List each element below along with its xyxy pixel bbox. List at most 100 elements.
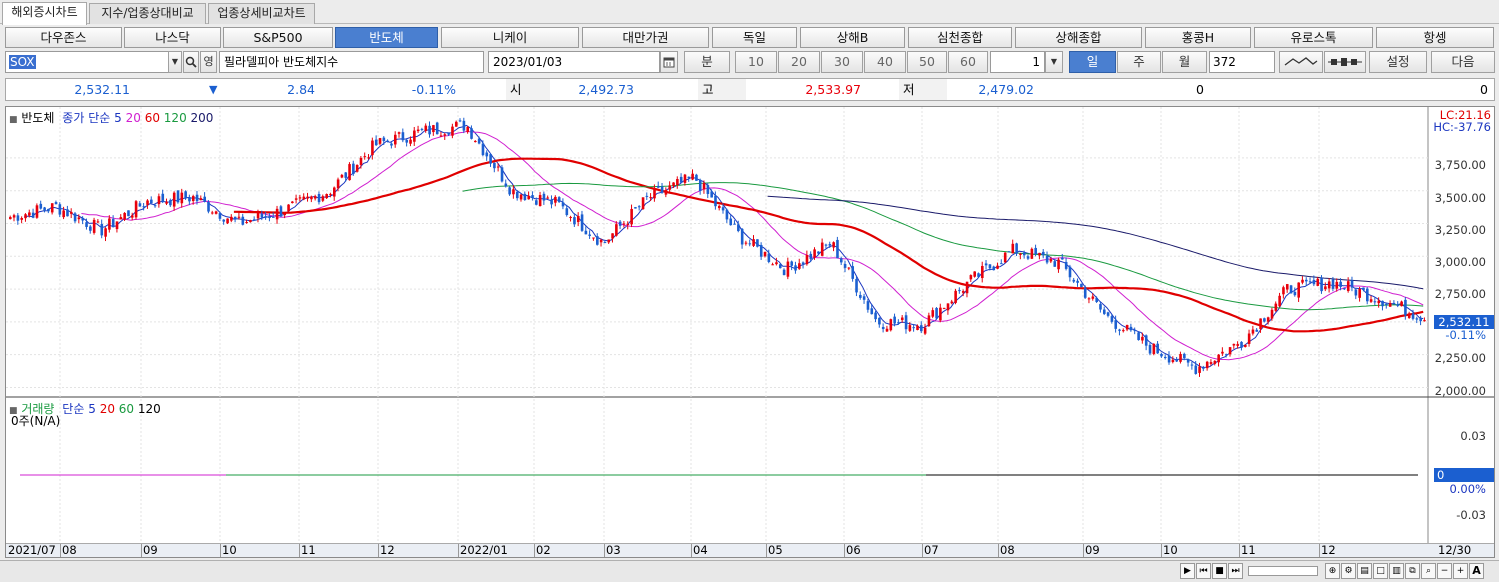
index-button-sp500[interactable]: S&P500 [223, 27, 333, 48]
interval-60-button[interactable]: 60 [948, 51, 988, 73]
period-day-button[interactable]: 일 [1069, 51, 1116, 73]
save-icon[interactable]: ▤ [1357, 563, 1372, 579]
index-button-hongkong-h[interactable]: 홍콩H [1145, 27, 1251, 48]
interval-10-button[interactable]: 10 [735, 51, 777, 73]
candle-body [1293, 291, 1297, 296]
candle-body [1350, 280, 1354, 288]
next-button[interactable]: 다음 [1431, 51, 1495, 73]
legend-ma200: 200 [190, 111, 214, 125]
x-tick-mark [844, 544, 845, 557]
index-button-taiwan[interactable]: 대만가권 [582, 27, 709, 48]
period-week-button[interactable]: 주 [1117, 51, 1161, 73]
candle-body [1083, 287, 1087, 298]
zoom-icon[interactable]: ⊕ [1325, 563, 1340, 579]
font-size-icon[interactable]: A [1469, 563, 1484, 579]
candle-body [908, 325, 912, 331]
vol-tick-zero: 0.00% [1449, 482, 1486, 496]
candle-body [897, 322, 900, 324]
last-page-icon[interactable]: ⏭ [1228, 563, 1243, 579]
candle-body [1388, 303, 1392, 307]
price-change-percent: -0.11% [411, 82, 456, 97]
volume-legend-ma20: 20 [99, 402, 115, 416]
calendar-icon[interactable] [660, 51, 678, 73]
x-tick-label: 07 [924, 543, 939, 557]
index-button-dow[interactable]: 다우존스 [5, 27, 122, 48]
candle-body [89, 226, 92, 231]
window-icon[interactable]: □ [1373, 563, 1388, 579]
candle-body [550, 199, 553, 205]
chart-area[interactable]: ■ 반도체 종가 단순 5 20 60 120 200 LC:21.16 HC:… [5, 106, 1495, 558]
date-input[interactable]: 2023/01/03 [488, 51, 660, 73]
interval-20-button[interactable]: 20 [778, 51, 820, 73]
print-icon[interactable]: ▥ [1389, 563, 1404, 579]
candle-body [382, 137, 386, 142]
low-price: 2,479.02 [978, 82, 1034, 97]
index-button-shanghai-comp[interactable]: 상해종합 [1015, 27, 1142, 48]
candle-body [1026, 256, 1030, 259]
symbol-input[interactable]: SOX [5, 51, 169, 73]
candle-body [119, 217, 123, 220]
zoom-slider[interactable] [1248, 566, 1318, 576]
candle-body [1285, 284, 1289, 290]
candle-body [489, 154, 492, 164]
search-icon[interactable] [183, 51, 199, 73]
candle-body [702, 183, 706, 190]
candle-body [916, 325, 919, 331]
tab-sector-detail[interactable]: 업종상세비교차트 [208, 3, 315, 24]
stop-icon[interactable]: ■ [1212, 563, 1227, 579]
candle-body [1385, 303, 1388, 305]
index-button-shanghai-b[interactable]: 상해B [800, 27, 905, 48]
chart-canvas[interactable] [6, 107, 1494, 557]
settings-button[interactable]: 설정 [1369, 51, 1427, 73]
candle-body [1114, 320, 1118, 329]
x-tick-label: 2021/07 [8, 543, 56, 557]
candle-body [28, 212, 31, 216]
period-month-button[interactable]: 월 [1162, 51, 1207, 73]
plus-icon[interactable]: + [1453, 563, 1468, 579]
candle-body [1209, 362, 1213, 364]
count-input[interactable]: 1 [990, 51, 1045, 73]
candle-body [1228, 347, 1232, 355]
last-price-badge: 2,532.11 [1434, 315, 1494, 329]
interval-40-button[interactable]: 40 [864, 51, 906, 73]
candle-body [813, 249, 816, 258]
index-button-semiconductor[interactable]: 반도체 [335, 27, 438, 48]
candle-body [1034, 247, 1037, 255]
interval-50-button[interactable]: 50 [907, 51, 947, 73]
candle-body [428, 125, 431, 135]
candle-body [1240, 341, 1243, 348]
line-chart-icon[interactable] [1279, 51, 1323, 73]
copy-icon[interactable]: ⧉ [1405, 563, 1420, 579]
x-tick-label: 12 [1321, 543, 1336, 557]
quote-bar: 2,532.11 ▼ 2.84 -0.11% 시 2,492.73 고 2,53… [5, 78, 1495, 101]
x-tick-label: 12 [380, 543, 395, 557]
index-button-hangseng[interactable]: 항셍 [1376, 27, 1494, 48]
minute-interval-button[interactable]: 분 [684, 51, 730, 73]
tab-index-compare[interactable]: 지수/업종상대비교 [89, 3, 206, 24]
candle-body [1129, 326, 1133, 331]
gear-icon[interactable]: ⚙ [1341, 563, 1356, 579]
search-zoom-icon[interactable]: ⌕ [1421, 563, 1436, 579]
candle-body [1202, 367, 1205, 369]
candle-body [958, 290, 961, 292]
candle-body [657, 185, 660, 188]
index-button-nikkei[interactable]: 니케이 [441, 27, 579, 48]
scroll-right-icon[interactable]: ▶ [1180, 563, 1195, 579]
interval-30-button[interactable]: 30 [821, 51, 863, 73]
candle-body [447, 132, 450, 135]
first-page-icon[interactable]: ⏮ [1196, 563, 1211, 579]
tab-overseas-chart[interactable]: 해외증시차트 [2, 2, 87, 25]
minus-icon[interactable]: − [1437, 563, 1452, 579]
candle-body [188, 197, 191, 202]
chevron-down-icon[interactable]: ▼ [168, 51, 182, 73]
index-button-germany[interactable]: 독일 [712, 27, 797, 48]
english-toggle-icon[interactable]: 영 [200, 51, 217, 73]
candle-body [508, 187, 511, 195]
count-chevron-down-icon[interactable]: ▼ [1045, 51, 1063, 73]
index-button-nasdaq[interactable]: 나스닥 [124, 27, 221, 48]
bar-count-input[interactable]: 372 [1209, 51, 1275, 73]
candle-body [885, 328, 889, 332]
candle-chart-icon[interactable] [1324, 51, 1366, 73]
index-button-shenzhen[interactable]: 심천종합 [908, 27, 1012, 48]
index-button-eurostoxx[interactable]: 유로스톡 [1254, 27, 1373, 48]
